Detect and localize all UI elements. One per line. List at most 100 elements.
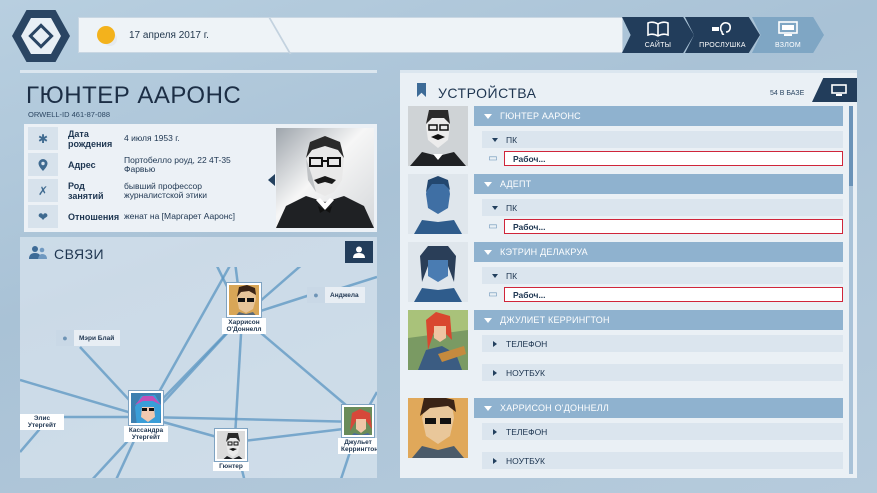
profile-row-birthdate[interactable]: ✱ Дата рождения 4 июля 1953 г.	[28, 127, 260, 150]
graph-node-label: Кассандра Утергейт	[124, 426, 168, 442]
profile-card: ✱ Дата рождения 4 июля 1953 г. Адрес Пор…	[24, 124, 377, 232]
device-type-label: ПК	[506, 270, 518, 281]
chevron-down-icon	[492, 205, 498, 210]
nav-tab-wiretap-label: ПРОСЛУШКА	[699, 42, 746, 49]
logo-core-icon	[28, 23, 54, 49]
links-graph[interactable]: ● Анджела ● Мэри Блай Элис Утергейт Харр…	[20, 267, 377, 478]
profile-row-value: женат на [Маргарет Ааронс]	[124, 211, 235, 221]
device-person-header[interactable]: ДЖУЛИЕТ КЕРРИНГТОН	[474, 310, 843, 330]
graph-tag-angela[interactable]: ● Анджела	[307, 287, 365, 303]
links-title: СВЯЗИ	[54, 246, 105, 262]
device-type-label: НОУТБУК	[506, 455, 545, 466]
current-date: 17 апреля 2017 г.	[129, 29, 209, 41]
device-pc-row[interactable]: ▭ Рабоч...	[482, 150, 843, 167]
profile-row-label: Адрес	[68, 159, 96, 170]
chevron-down-icon	[484, 113, 492, 119]
nav-tab-wiretap[interactable]: ПРОСЛУШКА	[685, 17, 760, 53]
profile-row-occupation[interactable]: ✗ Род занятий бывший профессор журналист…	[28, 179, 260, 202]
profile-row-value: бывший профессор журналистской этики	[124, 180, 207, 200]
chevron-down-icon	[484, 249, 492, 255]
profile-photo	[276, 128, 374, 228]
device-type-row[interactable]: НОУТБУК	[482, 364, 843, 381]
devices-view-button[interactable]	[812, 78, 857, 102]
monitor-icon: ▭	[488, 221, 498, 232]
graph-node-gunter[interactable]: Гюнтер	[213, 429, 249, 471]
device-field[interactable]: Рабоч...	[504, 151, 843, 166]
people-icon	[28, 245, 48, 262]
person-photo	[408, 106, 468, 166]
person-icon	[353, 246, 365, 258]
devices-count: 54 В БАЗЕ	[770, 90, 805, 97]
device-type-row[interactable]: ПК	[482, 267, 843, 284]
person-photo	[408, 398, 468, 458]
devices-title: УСТРОЙСТВА	[438, 85, 537, 101]
avatar	[129, 391, 163, 425]
device-person-header[interactable]: КЭТРИН ДЕЛАКРУА	[474, 242, 843, 262]
panel-rule	[20, 70, 377, 73]
avatar	[227, 283, 261, 317]
links-view-button[interactable]	[345, 241, 373, 263]
device-person-header[interactable]: ХАРРИСОН О'ДОННЕЛЛ	[474, 398, 843, 418]
device-person-name: КЭТРИН ДЕЛАКРУА	[500, 247, 588, 257]
graph-node-label: Гюнтер	[213, 462, 249, 471]
graph-node-cassandra[interactable]: Кассандра Утергейт	[124, 391, 168, 442]
device-person-name: ДЖУЛИЕТ КЕРРИНГТОН	[500, 315, 610, 325]
ear-icon	[711, 21, 735, 40]
device-person-name: ХАРРИСОН О'ДОННЕЛЛ	[500, 403, 610, 413]
location-pin-icon	[28, 153, 58, 176]
monitor-icon: ▭	[488, 289, 498, 300]
logo-inner	[21, 18, 61, 54]
device-type-label: ТЕЛЕФОН	[506, 338, 548, 349]
person-icon: ●	[307, 287, 325, 303]
graph-node-label: Харрисон О'Доннелл	[222, 318, 266, 334]
device-type-row[interactable]: НОУТБУК	[482, 452, 843, 469]
chevron-down-icon	[492, 273, 498, 278]
computer-icon	[777, 21, 799, 40]
person-photo	[408, 242, 468, 302]
device-type-label: НОУТБУК	[506, 367, 545, 378]
device-type-row[interactable]: ПК	[482, 131, 843, 148]
chevron-down-icon	[484, 181, 492, 187]
graph-node-harrison[interactable]: Харрисон О'Доннелл	[222, 283, 266, 334]
profile-row-value: Портобелло роуд, 22 4T-35 Фарвью	[124, 154, 231, 174]
top-bar: 17 апреля 2017 г.	[78, 17, 623, 54]
device-type-label: ТЕЛЕФОН	[506, 426, 548, 437]
links-panel: СВЯЗИ ● Анджела ● Мэри Блай Элис Утергей…	[20, 237, 377, 478]
orwell-id: ORWELL-ID 461-87-088	[28, 110, 110, 119]
profile-row-address[interactable]: Адрес Портобелло роуд, 22 4T-35 Фарвью	[28, 153, 260, 176]
graph-tag-label: Анджела	[330, 291, 359, 299]
device-person-name: АДЕПТ	[500, 179, 532, 189]
device-pc-row[interactable]: ▭ Рабоч...	[482, 218, 843, 235]
panel-rule	[400, 70, 857, 73]
graph-node-juliet[interactable]: Джульет Керрингтон	[338, 405, 377, 454]
device-person-header[interactable]: ГЮНТЕР ААРОНС	[474, 106, 843, 126]
links-header: СВЯЗИ	[20, 237, 377, 267]
device-pc-row[interactable]: ▭ Рабоч...	[482, 286, 843, 303]
device-type-label: ПК	[506, 202, 518, 213]
monitor-icon	[830, 83, 847, 96]
profile-row-relationship[interactable]: ❤ Отношения женат на [Маргарет Ааронс]	[28, 205, 280, 228]
asterisk-icon: ✱	[28, 127, 58, 150]
profile-name: ГЮНТЕР ААРОНС	[26, 82, 242, 109]
nav-tab-sites-label: САЙТЫ	[644, 42, 672, 49]
devices-scrollbar[interactable]	[849, 106, 853, 474]
device-field[interactable]: Рабоч...	[504, 287, 843, 302]
graph-node-label: Элис Утергейт	[20, 414, 64, 430]
profile-panel: ГЮНТЕР ААРОНС ORWELL-ID 461-87-088 ✱ Дат…	[20, 70, 377, 234]
devices-panel: УСТРОЙСТВА 54 В БАЗЕ ГЮНТЕР ААРОНС ПК ▭ …	[400, 70, 857, 478]
graph-node-alice[interactable]: Элис Утергейт	[20, 413, 64, 430]
nav-tab-hack[interactable]: ВЗЛОМ	[752, 17, 824, 53]
app-logo[interactable]	[12, 10, 70, 62]
device-field[interactable]: Рабоч...	[504, 219, 843, 234]
graph-tag-mary[interactable]: ● Мэри Блай	[56, 330, 121, 346]
device-person-header[interactable]: АДЕПТ	[474, 174, 843, 194]
chevron-right-icon	[493, 340, 497, 347]
nav-tab-sites[interactable]: САЙТЫ	[622, 17, 694, 53]
profile-row-label: Род занятий	[68, 180, 104, 201]
device-type-row[interactable]: ТЕЛЕФОН	[482, 423, 843, 440]
chevron-right-icon	[493, 428, 497, 435]
device-type-row[interactable]: ТЕЛЕФОН	[482, 335, 843, 352]
device-type-row[interactable]: ПК	[482, 199, 843, 216]
scrollbar-thumb[interactable]	[849, 106, 853, 186]
chevron-down-icon	[492, 137, 498, 142]
